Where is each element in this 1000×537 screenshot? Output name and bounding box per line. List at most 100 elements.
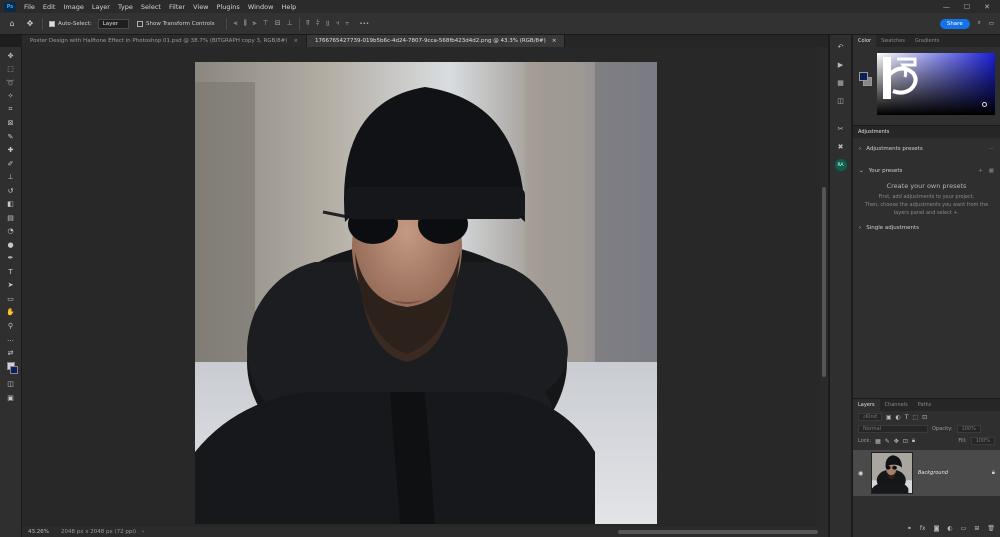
zoom-tool-icon[interactable]: ⚲ [3,319,19,333]
layer-name[interactable]: Background [918,470,948,476]
crop-tool-icon[interactable]: ⌗ [3,103,19,117]
layer-dropdown[interactable]: Layer [97,18,130,29]
your-presets-row[interactable]: ⌄ Your presets + ▦ [853,160,1000,182]
eye-icon[interactable]: ◉ [858,470,866,477]
show-transform-checkbox[interactable]: Show Transform Controls [137,20,214,27]
path-select-tool-icon[interactable]: ➤ [3,279,19,293]
tab-channels[interactable]: Channels [880,399,913,411]
eyedropper-tool-icon[interactable]: ✎ [3,130,19,144]
menu-edit[interactable]: Edit [39,3,60,11]
align-center-h-icon[interactable]: ⫼ [243,19,246,28]
swap-colors-icon[interactable]: ⇄ [3,346,19,360]
tab-swatches[interactable]: Swatches [876,35,910,47]
tab-layers[interactable]: Layers [853,399,880,411]
layer-row-background[interactable]: ◉ Background 🔒︎ [853,450,1000,496]
maximize-icon[interactable]: ☐ [964,3,970,11]
lock-pixels-icon[interactable]: ✎ [885,438,890,445]
frame-tool-icon[interactable]: ⊠ [3,117,19,131]
filter-smart-icon[interactable]: ⊡ [922,414,927,421]
avatar[interactable]: RA [834,159,847,171]
distribute-left-icon[interactable]: ⫞ [336,19,340,28]
blend-mode-dropdown[interactable]: Normal [858,425,928,433]
align-top-icon[interactable]: ⊤ [263,19,269,28]
gradient-tool-icon[interactable]: ▤ [3,211,19,225]
move-tool-icon[interactable]: ✥ [3,49,19,63]
single-adjustments-row[interactable]: › Single adjustments [853,217,1000,239]
home-icon[interactable]: ⌂ [6,18,18,30]
auto-select-checkbox[interactable]: Auto-Select: [49,20,92,27]
align-left-icon[interactable]: ⫷ [233,19,237,28]
move-tool-icon[interactable]: ✥ [24,18,36,30]
tab-color[interactable]: Color [853,35,877,47]
menu-layer[interactable]: Layer [88,3,114,11]
canvas-area[interactable] [22,47,828,527]
new-group-icon[interactable]: ▭ [961,525,967,535]
align-middle-v-icon[interactable]: ⊟ [275,19,281,28]
hand-tool-icon[interactable]: ✋ [3,306,19,320]
filter-shape-icon[interactable]: ⬚ [912,414,918,421]
layer-style-icon[interactable]: fx [920,525,926,535]
tab-paths[interactable]: Paths [913,399,937,411]
actions-panel-icon[interactable]: ▶ [834,59,848,71]
lock-artboard-icon[interactable]: ⊡ [903,438,908,445]
tab-poster-design[interactable]: Poster Design with Halftone Effect in Ph… [22,35,308,47]
more-options-button[interactable]: ••• [359,21,369,27]
quick-mask-icon[interactable]: ◫ [3,378,19,392]
rectangle-tool-icon[interactable]: ▭ [3,292,19,306]
workspace-icon[interactable]: ▭ [989,21,994,27]
blur-tool-icon[interactable]: ◔ [3,225,19,239]
history-panel-icon[interactable]: ↶ [834,41,848,53]
type-tool-icon[interactable]: T [3,265,19,279]
brush-settings-icon[interactable]: ✖ [834,141,848,153]
menu-filter[interactable]: Filter [165,3,189,11]
fill-field[interactable]: 100% [970,437,995,445]
brush-tool-icon[interactable]: ✐ [3,157,19,171]
tab-close-icon[interactable]: × [293,38,298,44]
distribute-right-icon[interactable]: ⫟ [345,19,349,28]
tools-preset-icon[interactable]: ✂ [834,123,848,135]
tab-png-image[interactable]: 1766765427739-019b5b6c-4d24-7807-9cca-56… [307,35,566,47]
filter-pixel-icon[interactable]: ▣ [886,414,892,421]
scrollbar-thumb[interactable] [822,187,826,377]
eraser-tool-icon[interactable]: ◧ [3,198,19,212]
menu-window[interactable]: Window [244,3,278,11]
distribute-middle-icon[interactable]: ⫩ [316,19,320,28]
filter-adjustment-icon[interactable]: ◐ [896,414,901,421]
align-bottom-icon[interactable]: ⊥ [287,19,293,28]
history-brush-tool-icon[interactable]: ↺ [3,184,19,198]
menu-file[interactable]: File [20,3,39,11]
search-icon[interactable]: ⌕ [978,20,981,27]
zoom-level[interactable]: 43.26% [22,529,55,535]
link-layers-icon[interactable]: ⚭ [907,525,912,535]
share-button[interactable]: Share [939,18,970,29]
vertical-scrollbar[interactable] [820,47,828,527]
document-info[interactable]: 2048 px x 2048 px (72 ppi) [55,529,142,535]
align-right-icon[interactable]: ⫸ [253,19,257,28]
delete-layer-icon[interactable]: 🗑︎ [987,525,995,535]
marquee-tool-icon[interactable]: ⬚ [3,63,19,77]
tab-close-icon[interactable]: × [552,38,557,44]
pen-tool-icon[interactable]: ✒ [3,252,19,266]
status-arrow-icon[interactable]: › [142,529,144,535]
lock-position-icon[interactable]: ✥ [894,438,899,445]
libraries-panel-icon[interactable]: ◫ [834,95,848,107]
distribute-bottom-icon[interactable]: ⫫ [326,19,330,28]
lock-transparent-icon[interactable]: ▦ [875,438,881,445]
menu-select[interactable]: Select [137,3,165,11]
grid-view-icon[interactable]: ▦ [989,168,994,174]
menu-view[interactable]: View [189,3,212,11]
background-color-swatch[interactable] [9,365,18,374]
properties-panel-icon[interactable]: ▦ [834,77,848,89]
layer-kind-filter[interactable]: ⌕ Kind [858,413,882,421]
close-icon[interactable]: ✕ [984,3,990,11]
new-layer-icon[interactable]: ⊞ [974,525,979,535]
object-select-tool-icon[interactable]: ✧ [3,90,19,104]
adjustments-presets-row[interactable]: › Adjustments presets ⋯ [853,138,1000,160]
menu-help[interactable]: Help [277,3,300,11]
lasso-tool-icon[interactable]: ➰ [3,76,19,90]
adjustments-tab[interactable]: Adjustments [853,126,1000,138]
add-icon[interactable]: + [978,168,983,174]
opacity-field[interactable]: 100% [956,425,981,433]
edit-toolbar-icon[interactable]: … [3,333,19,347]
distribute-top-icon[interactable]: ⫪ [306,19,310,28]
